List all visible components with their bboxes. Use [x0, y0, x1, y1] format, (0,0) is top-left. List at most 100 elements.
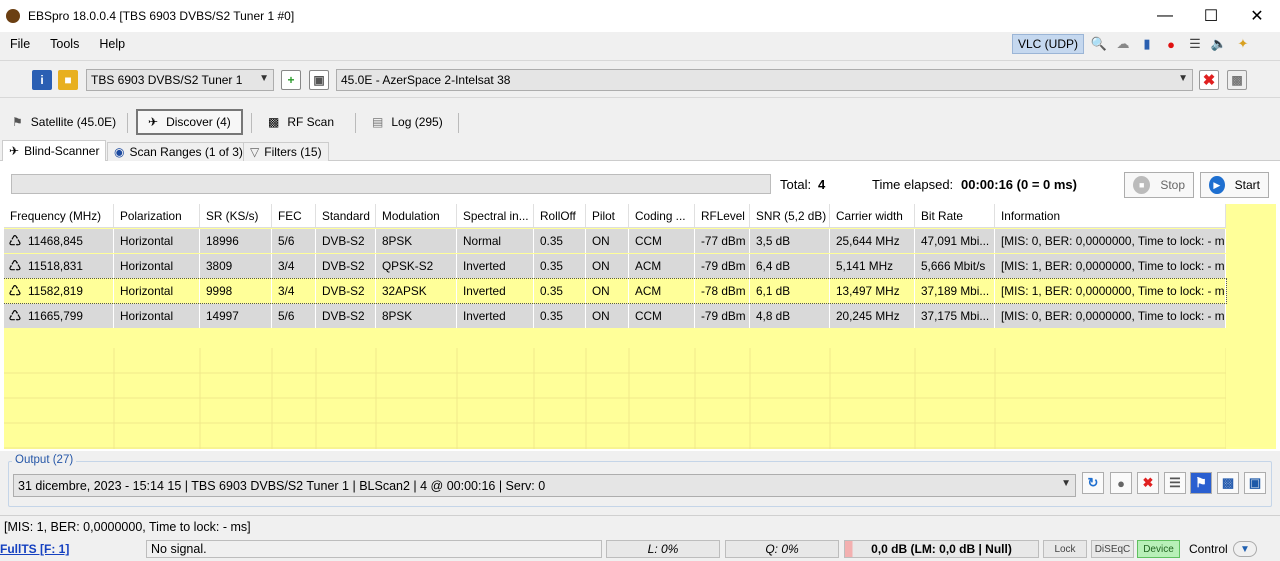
- plugin-icon[interactable]: ✦: [1234, 35, 1252, 53]
- col-sr[interactable]: SR (KS/s): [200, 204, 272, 227]
- maximize-button[interactable]: ☐: [1188, 0, 1234, 32]
- start-button[interactable]: ▶ Start: [1200, 172, 1269, 198]
- chevron-down-icon: ▼: [259, 73, 269, 84]
- table-row[interactable]: ♺ 11518,831 Horizontal 3809 3/4 DVB-S2 QP…: [4, 254, 1226, 278]
- menu-file[interactable]: File: [0, 37, 40, 51]
- quality-meter: Q: 0%: [725, 540, 839, 558]
- col-spectral[interactable]: Spectral in...: [457, 204, 534, 227]
- chevron-down-icon: ▼: [1178, 73, 1188, 84]
- col-frequency[interactable]: Frequency (MHz): [4, 204, 114, 227]
- diseqc-indicator: DiSEqC: [1091, 540, 1134, 558]
- tab-discover[interactable]: ✈ Discover (4): [136, 109, 243, 135]
- menu-tools[interactable]: Tools: [40, 37, 89, 51]
- delete-icon[interactable]: ✖: [1137, 472, 1159, 494]
- table-row[interactable]: ♺ 11468,845 Horizontal 18996 5/6 DVB-S2 8…: [4, 229, 1226, 253]
- title-bar: EBSpro 18.0.0.4 [TBS 6903 DVBS/S2 Tuner …: [0, 0, 1280, 32]
- col-modulation[interactable]: Modulation: [376, 204, 457, 227]
- fullts-link[interactable]: FullTS [F: 1]: [0, 542, 69, 556]
- lock-indicator: Lock: [1043, 540, 1087, 558]
- output-select[interactable]: 31 dicembre, 2023 - 15:14 15 | TBS 6903 …: [13, 474, 1076, 497]
- flag-icon[interactable]: ⚑: [1190, 472, 1212, 494]
- frequency-cell: ♺ 11665,799: [4, 304, 114, 328]
- elapsed-label: Time elapsed:: [872, 177, 954, 192]
- menu-help[interactable]: Help: [89, 37, 135, 51]
- col-rolloff[interactable]: RollOff: [534, 204, 586, 227]
- signal-status: No signal.: [146, 540, 602, 558]
- satellite-dish-icon: ⚑: [12, 115, 23, 129]
- satellite-dish-icon: ♺: [8, 233, 22, 250]
- tuner-select[interactable]: TBS 6903 DVBS/S2 Tuner 1 ▼: [86, 69, 274, 91]
- elapsed-value: 00:00:16 (0 = 0 ms): [961, 177, 1077, 192]
- tab-filters[interactable]: ▽ Filters (15): [243, 142, 329, 161]
- scan-icon: ◉: [114, 145, 125, 159]
- sub-tabs: ✈ Blind-Scanner ◉ Scan Ranges (1 of 3) ▽…: [0, 140, 1280, 161]
- copy-icon[interactable]: ▣: [309, 70, 329, 90]
- control-label[interactable]: Control: [1189, 542, 1228, 556]
- satellite-icon: ✈: [9, 144, 20, 158]
- satellite-select[interactable]: 45.0E - AzerSpace 2-Intelsat 38 ▼: [336, 69, 1193, 91]
- level-meter: L: 0%: [606, 540, 720, 558]
- col-standard[interactable]: Standard: [316, 204, 376, 227]
- tab-log[interactable]: ▤ Log (295): [362, 109, 453, 135]
- col-information[interactable]: Information: [995, 204, 1226, 227]
- tab-scan-ranges[interactable]: ◉ Scan Ranges (1 of 3): [107, 142, 250, 161]
- table-header: Frequency (MHz) Polarization SR (KS/s) F…: [4, 204, 1226, 228]
- refresh-icon[interactable]: ↻: [1082, 472, 1104, 494]
- tv-icon[interactable]: ▣: [1244, 472, 1266, 494]
- col-polarization[interactable]: Polarization: [114, 204, 200, 227]
- lock-icon[interactable]: ■: [58, 70, 78, 90]
- control-dropdown-icon[interactable]: ▼: [1233, 541, 1257, 557]
- delete-icon[interactable]: ✖: [1199, 70, 1219, 90]
- tab-satellite[interactable]: ⚑ Satellite (45.0E): [2, 109, 126, 135]
- info-icon[interactable]: i: [32, 70, 52, 90]
- new-document-icon[interactable]: +: [281, 70, 301, 90]
- status-line: [MIS: 1, BER: 0,0000000, Time to lock: -…: [0, 515, 1280, 537]
- empty-grid-lines: [4, 348, 1226, 449]
- table-row[interactable]: ♺ 11665,799 Horizontal 14997 5/6 DVB-S2 8…: [4, 304, 1226, 328]
- minimize-button[interactable]: —: [1142, 0, 1188, 32]
- list-icon[interactable]: ☰: [1186, 35, 1204, 53]
- frequency-cell: ♺ 11518,831: [4, 254, 114, 278]
- vlc-udp-button[interactable]: VLC (UDP): [1012, 34, 1084, 54]
- col-snr[interactable]: SNR (5,2 dB): [750, 204, 830, 227]
- toolbar: i ■ TBS 6903 DVBS/S2 Tuner 1 ▼ + ▣ 45.0E …: [0, 60, 1280, 98]
- frequency-cell: ♺ 11468,845: [4, 229, 114, 253]
- tab-rf-scan[interactable]: ▩ RF Scan: [258, 109, 344, 135]
- satellite-dish-icon[interactable]: ☁: [1114, 35, 1132, 53]
- blind-scanner-panel: Total: 4 Time elapsed: 00:00:16 (0 = 0 m…: [0, 161, 1280, 451]
- play-icon: ▶: [1209, 176, 1225, 194]
- bar-chart-icon[interactable]: ▮: [1138, 35, 1156, 53]
- stop-button[interactable]: ■ Stop: [1124, 172, 1194, 198]
- col-bit-rate[interactable]: Bit Rate: [915, 204, 995, 227]
- satellite-icon: ✈: [148, 115, 159, 129]
- device-indicator: Device: [1137, 540, 1180, 558]
- col-coding[interactable]: Coding ...: [629, 204, 695, 227]
- col-rflevel[interactable]: RFLevel: [695, 204, 750, 227]
- snr-meter: 0,0 dB (LM: 0,0 dB | Null): [844, 540, 1039, 558]
- results-table: Frequency (MHz) Polarization SR (KS/s) F…: [4, 204, 1276, 449]
- total-value: 4: [818, 177, 826, 192]
- list-icon[interactable]: ☰: [1164, 472, 1186, 494]
- chevron-down-icon: ▼: [1061, 478, 1071, 489]
- col-fec[interactable]: FEC: [272, 204, 316, 227]
- speaker-icon[interactable]: 🔈: [1210, 35, 1228, 53]
- scan-progress-bar: [11, 174, 771, 194]
- stop-icon: ■: [1133, 176, 1151, 194]
- output-label: Output (27): [12, 454, 77, 466]
- menu-bar: File Tools Help: [0, 32, 1280, 56]
- window-title: EBSpro 18.0.0.4 [TBS 6903 DVBS/S2 Tuner …: [28, 9, 295, 23]
- col-carrier-width[interactable]: Carrier width: [830, 204, 915, 227]
- tab-blind-scanner[interactable]: ✈ Blind-Scanner: [2, 140, 107, 161]
- zoom-icon[interactable]: 🔍: [1090, 35, 1108, 53]
- close-button[interactable]: ✕: [1234, 0, 1280, 32]
- table-row-selected[interactable]: ♺ 11582,819 Horizontal 9998 3/4 DVB-S2 32…: [4, 278, 1227, 304]
- satellite-dish-icon: ♺: [8, 308, 22, 325]
- monitor-icon: ▩: [268, 115, 280, 129]
- globe-icon[interactable]: ●: [1110, 472, 1132, 494]
- save-icon[interactable]: ▩: [1217, 472, 1239, 494]
- frequency-cell: ♺ 11582,819: [4, 279, 114, 303]
- filter-icon: ▽: [250, 145, 260, 159]
- record-icon[interactable]: ●: [1162, 35, 1180, 53]
- save-icon[interactable]: ▩: [1227, 70, 1247, 90]
- col-pilot[interactable]: Pilot: [586, 204, 629, 227]
